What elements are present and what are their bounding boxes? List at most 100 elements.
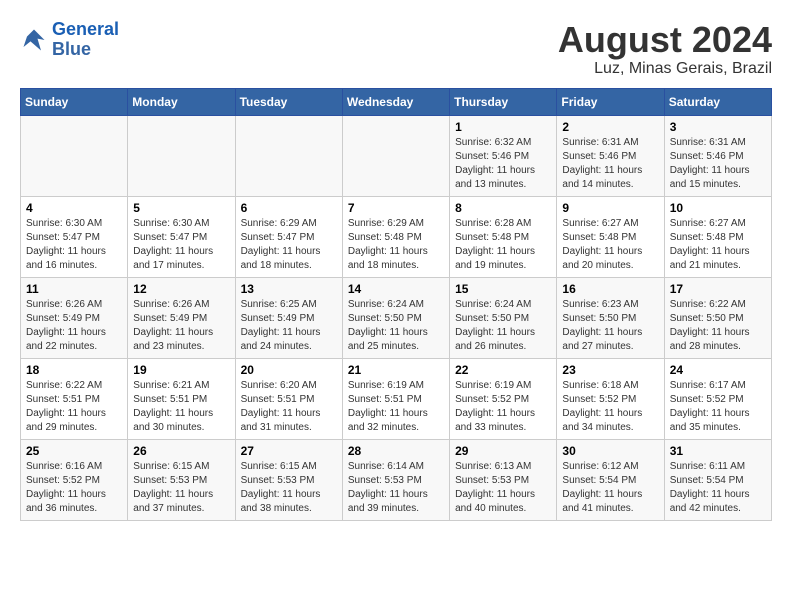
calendar-cell bbox=[235, 115, 342, 196]
day-info: Sunrise: 6:24 AM Sunset: 5:50 PM Dayligh… bbox=[455, 298, 551, 354]
day-number: 23 bbox=[562, 363, 658, 377]
calendar-cell: 23 Sunrise: 6:18 AM Sunset: 5:52 PM Dayli… bbox=[557, 358, 664, 439]
logo: General Blue bbox=[20, 20, 119, 60]
calendar-cell: 27Sunrise: 6:15 AM Sunset: 5:53 PM Dayli… bbox=[235, 439, 342, 520]
day-number: 20 bbox=[241, 363, 337, 377]
calendar-cell: 14Sunrise: 6:24 AM Sunset: 5:50 PM Dayli… bbox=[342, 277, 449, 358]
calendar-cell: 25 Sunrise: 6:16 AM Sunset: 5:52 PM Dayli… bbox=[21, 439, 128, 520]
column-header-wednesday: Wednesday bbox=[342, 88, 449, 115]
day-info: Sunrise: 6:26 AM Sunset: 5:49 PM Dayligh… bbox=[26, 298, 122, 354]
day-info: Sunrise: 6:16 AM Sunset: 5:52 PM Dayligh… bbox=[26, 460, 122, 516]
calendar-cell bbox=[128, 115, 235, 196]
day-number: 7 bbox=[348, 201, 444, 215]
logo-text: General Blue bbox=[52, 20, 119, 60]
day-info: Sunrise: 6:23 AM Sunset: 5:50 PM Dayligh… bbox=[562, 298, 658, 354]
day-number: 18 bbox=[26, 363, 122, 377]
day-info: Sunrise: 6:28 AM Sunset: 5:48 PM Dayligh… bbox=[455, 217, 551, 273]
day-number: 28 bbox=[348, 444, 444, 458]
day-number: 26 bbox=[133, 444, 229, 458]
day-info: Sunrise: 6:15 AM Sunset: 5:53 PM Dayligh… bbox=[133, 460, 229, 516]
day-number: 6 bbox=[241, 201, 337, 215]
calendar-cell: 2 Sunrise: 6:31 AM Sunset: 5:46 PM Daylig… bbox=[557, 115, 664, 196]
day-info: Sunrise: 6:12 AM Sunset: 5:54 PM Dayligh… bbox=[562, 460, 658, 516]
calendar-cell: 16 Sunrise: 6:23 AM Sunset: 5:50 PM Dayli… bbox=[557, 277, 664, 358]
column-header-thursday: Thursday bbox=[450, 88, 557, 115]
calendar-cell: 11 Sunrise: 6:26 AM Sunset: 5:49 PM Dayli… bbox=[21, 277, 128, 358]
day-number: 1 bbox=[455, 120, 551, 134]
calendar-cell: 22 Sunrise: 6:19 AM Sunset: 5:52 PM Dayli… bbox=[450, 358, 557, 439]
day-info: Sunrise: 6:29 AM Sunset: 5:48 PM Dayligh… bbox=[348, 217, 444, 273]
day-number: 13 bbox=[241, 282, 337, 296]
calendar-cell: 4 Sunrise: 6:30 AM Sunset: 5:47 PM Daylig… bbox=[21, 196, 128, 277]
day-info: Sunrise: 6:30 AM Sunset: 5:47 PM Dayligh… bbox=[133, 217, 229, 273]
day-info: Sunrise: 6:20 AM Sunset: 5:51 PM Dayligh… bbox=[241, 379, 337, 435]
day-number: 4 bbox=[26, 201, 122, 215]
day-number: 21 bbox=[348, 363, 444, 377]
day-number: 11 bbox=[26, 282, 122, 296]
day-info: Sunrise: 6:19 AM Sunset: 5:51 PM Dayligh… bbox=[348, 379, 444, 435]
day-info: Sunrise: 6:30 AM Sunset: 5:47 PM Dayligh… bbox=[26, 217, 122, 273]
logo-icon bbox=[20, 26, 48, 54]
calendar-cell: 8Sunrise: 6:28 AM Sunset: 5:48 PM Daylig… bbox=[450, 196, 557, 277]
calendar-week-5: 25 Sunrise: 6:16 AM Sunset: 5:52 PM Dayli… bbox=[21, 439, 772, 520]
calendar-cell: 20 Sunrise: 6:20 AM Sunset: 5:51 PM Dayli… bbox=[235, 358, 342, 439]
day-info: Sunrise: 6:27 AM Sunset: 5:48 PM Dayligh… bbox=[670, 217, 766, 273]
column-header-monday: Monday bbox=[128, 88, 235, 115]
day-info: Sunrise: 6:25 AM Sunset: 5:49 PM Dayligh… bbox=[241, 298, 337, 354]
calendar-title: August 2024 bbox=[558, 20, 772, 60]
day-number: 27 bbox=[241, 444, 337, 458]
column-header-tuesday: Tuesday bbox=[235, 88, 342, 115]
day-info: Sunrise: 6:26 AM Sunset: 5:49 PM Dayligh… bbox=[133, 298, 229, 354]
calendar-cell: 31Sunrise: 6:11 AM Sunset: 5:54 PM Dayli… bbox=[664, 439, 771, 520]
day-info: Sunrise: 6:32 AM Sunset: 5:46 PM Dayligh… bbox=[455, 136, 551, 192]
day-number: 5 bbox=[133, 201, 229, 215]
calendar-cell: 30 Sunrise: 6:12 AM Sunset: 5:54 PM Dayli… bbox=[557, 439, 664, 520]
day-info: Sunrise: 6:21 AM Sunset: 5:51 PM Dayligh… bbox=[133, 379, 229, 435]
day-number: 9 bbox=[562, 201, 658, 215]
day-number: 12 bbox=[133, 282, 229, 296]
calendar-cell bbox=[21, 115, 128, 196]
calendar-header-row: SundayMondayTuesdayWednesdayThursdayFrid… bbox=[21, 88, 772, 115]
page-header: General Blue August 2024 Luz, Minas Gera… bbox=[20, 20, 772, 78]
calendar-cell: 13 Sunrise: 6:25 AM Sunset: 5:49 PM Dayli… bbox=[235, 277, 342, 358]
day-number: 30 bbox=[562, 444, 658, 458]
calendar-subtitle: Luz, Minas Gerais, Brazil bbox=[558, 60, 772, 78]
calendar-cell: 24 Sunrise: 6:17 AM Sunset: 5:52 PM Dayli… bbox=[664, 358, 771, 439]
day-info: Sunrise: 6:19 AM Sunset: 5:52 PM Dayligh… bbox=[455, 379, 551, 435]
calendar-cell: 6Sunrise: 6:29 AM Sunset: 5:47 PM Daylig… bbox=[235, 196, 342, 277]
day-info: Sunrise: 6:18 AM Sunset: 5:52 PM Dayligh… bbox=[562, 379, 658, 435]
day-info: Sunrise: 6:31 AM Sunset: 5:46 PM Dayligh… bbox=[670, 136, 766, 192]
day-number: 2 bbox=[562, 120, 658, 134]
calendar-cell: 21 Sunrise: 6:19 AM Sunset: 5:51 PM Dayli… bbox=[342, 358, 449, 439]
calendar-cell: 26 Sunrise: 6:15 AM Sunset: 5:53 PM Dayli… bbox=[128, 439, 235, 520]
day-info: Sunrise: 6:22 AM Sunset: 5:51 PM Dayligh… bbox=[26, 379, 122, 435]
calendar-cell: 12 Sunrise: 6:26 AM Sunset: 5:49 PM Dayli… bbox=[128, 277, 235, 358]
calendar-cell: 17 Sunrise: 6:22 AM Sunset: 5:50 PM Dayli… bbox=[664, 277, 771, 358]
day-number: 24 bbox=[670, 363, 766, 377]
calendar-week-4: 18 Sunrise: 6:22 AM Sunset: 5:51 PM Dayli… bbox=[21, 358, 772, 439]
calendar-cell: 18 Sunrise: 6:22 AM Sunset: 5:51 PM Dayli… bbox=[21, 358, 128, 439]
day-number: 19 bbox=[133, 363, 229, 377]
day-number: 17 bbox=[670, 282, 766, 296]
day-number: 25 bbox=[26, 444, 122, 458]
day-info: Sunrise: 6:14 AM Sunset: 5:53 PM Dayligh… bbox=[348, 460, 444, 516]
calendar-week-3: 11 Sunrise: 6:26 AM Sunset: 5:49 PM Dayli… bbox=[21, 277, 772, 358]
calendar-cell: 10Sunrise: 6:27 AM Sunset: 5:48 PM Dayli… bbox=[664, 196, 771, 277]
calendar-cell bbox=[342, 115, 449, 196]
column-header-friday: Friday bbox=[557, 88, 664, 115]
title-block: August 2024 Luz, Minas Gerais, Brazil bbox=[558, 20, 772, 78]
day-info: Sunrise: 6:22 AM Sunset: 5:50 PM Dayligh… bbox=[670, 298, 766, 354]
calendar-cell: 9 Sunrise: 6:27 AM Sunset: 5:48 PM Daylig… bbox=[557, 196, 664, 277]
day-number: 22 bbox=[455, 363, 551, 377]
calendar-cell: 15Sunrise: 6:24 AM Sunset: 5:50 PM Dayli… bbox=[450, 277, 557, 358]
day-number: 14 bbox=[348, 282, 444, 296]
day-info: Sunrise: 6:27 AM Sunset: 5:48 PM Dayligh… bbox=[562, 217, 658, 273]
column-header-sunday: Sunday bbox=[21, 88, 128, 115]
calendar-table: SundayMondayTuesdayWednesdayThursdayFrid… bbox=[20, 88, 772, 521]
calendar-week-1: 1 Sunrise: 6:32 AM Sunset: 5:46 PM Daylig… bbox=[21, 115, 772, 196]
day-info: Sunrise: 6:31 AM Sunset: 5:46 PM Dayligh… bbox=[562, 136, 658, 192]
day-number: 3 bbox=[670, 120, 766, 134]
day-info: Sunrise: 6:17 AM Sunset: 5:52 PM Dayligh… bbox=[670, 379, 766, 435]
day-number: 16 bbox=[562, 282, 658, 296]
calendar-cell: 5 Sunrise: 6:30 AM Sunset: 5:47 PM Daylig… bbox=[128, 196, 235, 277]
